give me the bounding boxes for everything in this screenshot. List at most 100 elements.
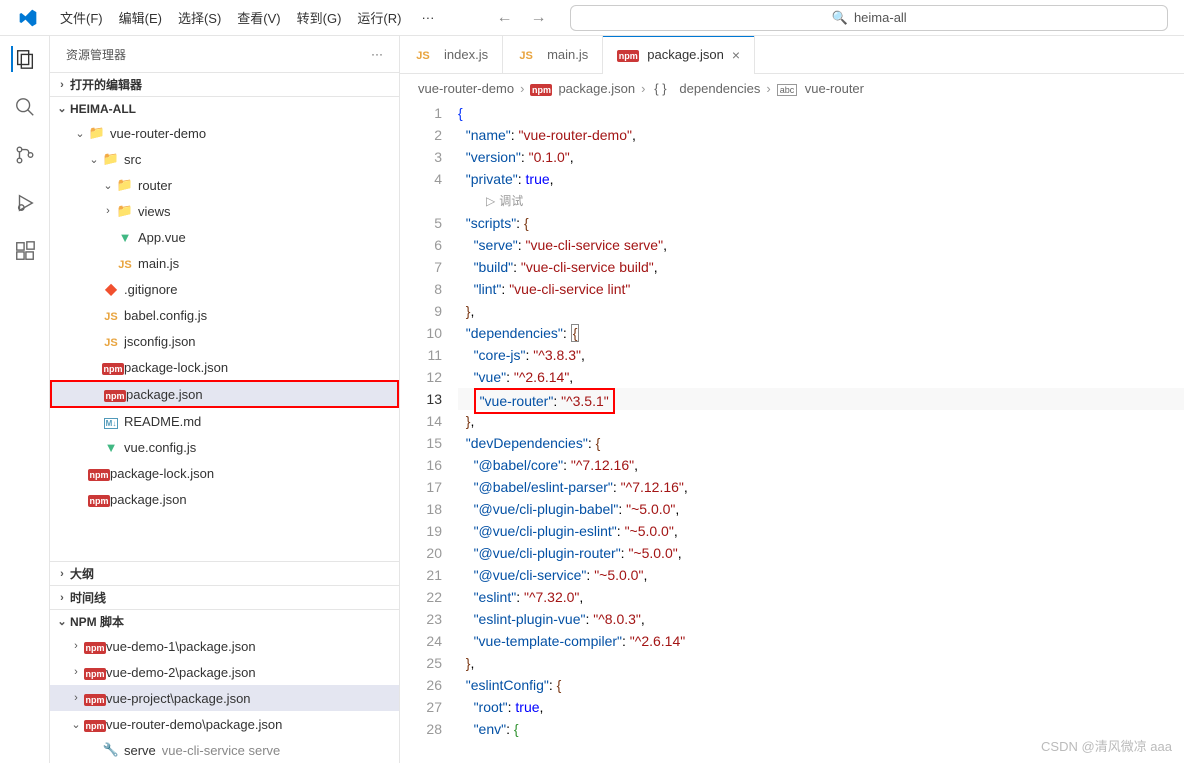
- code-line[interactable]: "build": "vue-cli-service build",: [458, 256, 1184, 278]
- editor-tab[interactable]: JSmain.js: [503, 36, 603, 73]
- code-line[interactable]: "eslint": "^7.32.0",: [458, 586, 1184, 608]
- code-line[interactable]: "vue-router": "^3.5.1": [458, 388, 1184, 410]
- sidebar-title: 资源管理器: [66, 46, 126, 63]
- code-line[interactable]: },: [458, 300, 1184, 322]
- js-icon: JS: [102, 308, 120, 323]
- activity-bar: [0, 36, 50, 763]
- tree-item[interactable]: ▼App.vue: [50, 224, 399, 250]
- tree-item[interactable]: ▼vue.config.js: [50, 434, 399, 460]
- tree-item[interactable]: ◆.gitignore: [50, 276, 399, 302]
- open-editors-section[interactable]: ›打开的编辑器: [50, 72, 399, 96]
- menu-item[interactable]: 转到(G): [289, 7, 350, 30]
- tree-item[interactable]: npmpackage-lock.json: [50, 460, 399, 486]
- breadcrumb-item[interactable]: vue-router: [805, 81, 864, 96]
- code-line[interactable]: "@vue/cli-plugin-babel": "~5.0.0",: [458, 498, 1184, 520]
- code-line[interactable]: "eslintConfig": {: [458, 674, 1184, 696]
- search-icon: 🔍: [832, 10, 848, 26]
- npm-scripts-tree: ›npmvue-demo-1\package.json›npmvue-demo-…: [50, 633, 399, 763]
- code-line[interactable]: "dependencies": {: [458, 322, 1184, 344]
- npm-script-item[interactable]: ›npmvue-demo-1\package.json: [50, 633, 399, 659]
- tree-item[interactable]: npmpackage-lock.json: [50, 354, 399, 380]
- code-line[interactable]: "@babel/eslint-parser": "^7.12.16",: [458, 476, 1184, 498]
- chevron-icon: ⌄: [100, 179, 116, 192]
- tree-item[interactable]: JS babel.config.js: [50, 302, 399, 328]
- code-line[interactable]: "version": "0.1.0",: [458, 146, 1184, 168]
- tree-item[interactable]: ›📁views: [50, 198, 399, 224]
- tree-label: babel.config.js: [124, 308, 207, 323]
- code-line[interactable]: "lint": "vue-cli-service lint": [458, 278, 1184, 300]
- editor-tab[interactable]: JSindex.js: [400, 36, 503, 73]
- menu-item[interactable]: 编辑(E): [111, 7, 170, 30]
- command-center[interactable]: 🔍 heima-all: [570, 5, 1168, 31]
- npm-icon: npm: [84, 639, 102, 654]
- code-line[interactable]: "eslint-plugin-vue": "^8.0.3",: [458, 608, 1184, 630]
- code-line[interactable]: "@babel/core": "^7.12.16",: [458, 454, 1184, 476]
- code-line[interactable]: "vue-template-compiler": "^2.6.14": [458, 630, 1184, 652]
- tree-item[interactable]: JSmain.js: [50, 250, 399, 276]
- line-gutter: 1234567891011121314151617181920212223242…: [400, 102, 458, 763]
- js-icon: JS: [517, 47, 535, 62]
- outline-section[interactable]: ›大纲: [50, 561, 399, 585]
- search-activity-icon[interactable]: [12, 94, 38, 120]
- npm-script-item[interactable]: 🔧servevue-cli-service serve: [50, 737, 399, 763]
- close-icon[interactable]: ×: [732, 47, 740, 63]
- code-line[interactable]: "serve": "vue-cli-service serve",: [458, 234, 1184, 256]
- explorer-icon[interactable]: [11, 46, 37, 72]
- tree-item[interactable]: ⌄📁src: [50, 146, 399, 172]
- npm-script-item[interactable]: ⌄npmvue-router-demo\package.json: [50, 711, 399, 737]
- menu-item[interactable]: 运行(R): [349, 7, 409, 30]
- menu-item[interactable]: 查看(V): [229, 7, 288, 30]
- menu-more[interactable]: ···: [413, 6, 442, 29]
- breadcrumb[interactable]: vue-router-demo›npmpackage.json›{ }depen…: [400, 74, 1184, 102]
- code-line[interactable]: },: [458, 652, 1184, 674]
- nav-back-icon[interactable]: ←: [496, 9, 512, 27]
- code-line[interactable]: "scripts": {: [458, 212, 1184, 234]
- npm-icon: npm: [88, 492, 106, 507]
- tree-item[interactable]: npmpackage.json: [50, 380, 399, 408]
- code-line[interactable]: "@vue/cli-service": "~5.0.0",: [458, 564, 1184, 586]
- codelens-debug[interactable]: ▷ 调试: [458, 190, 1184, 212]
- code-line[interactable]: "@vue/cli-plugin-router": "~5.0.0",: [458, 542, 1184, 564]
- code-line[interactable]: "core-js": "^3.8.3",: [458, 344, 1184, 366]
- npm-script-item[interactable]: ›npmvue-project\package.json: [50, 685, 399, 711]
- extensions-icon[interactable]: [12, 238, 38, 264]
- code-line[interactable]: "private": true,: [458, 168, 1184, 190]
- code-line[interactable]: "vue": "^2.6.14",: [458, 366, 1184, 388]
- code-content[interactable]: { "name": "vue-router-demo", "version": …: [458, 102, 1184, 763]
- tree-item[interactable]: ⌄📁router: [50, 172, 399, 198]
- watermark: CSDN @清风微凉 aaa: [1041, 736, 1172, 755]
- editor-tab[interactable]: npmpackage.json×: [603, 36, 755, 73]
- tree-item[interactable]: npmpackage.json: [50, 486, 399, 512]
- chevron-icon: ›: [68, 692, 84, 704]
- tree-item[interactable]: JSjsconfig.json: [50, 328, 399, 354]
- npm-label: vue-router-demo\package.json: [106, 717, 282, 732]
- npm-script-item[interactable]: ›npmvue-demo-2\package.json: [50, 659, 399, 685]
- tree-label: App.vue: [138, 230, 186, 245]
- npm-label: vue-demo-2\package.json: [106, 665, 256, 680]
- code-line[interactable]: "@vue/cli-plugin-eslint": "~5.0.0",: [458, 520, 1184, 542]
- code-line[interactable]: "root": true,: [458, 696, 1184, 718]
- menu-item[interactable]: 文件(F): [52, 7, 111, 30]
- tree-item[interactable]: M↓README.md: [50, 408, 399, 434]
- npm-label: serve: [124, 743, 156, 758]
- run-debug-icon[interactable]: [12, 190, 38, 216]
- tree-item[interactable]: ⌄📁vue-router-demo: [50, 120, 399, 146]
- breadcrumb-item[interactable]: vue-router-demo: [418, 81, 514, 96]
- source-control-icon[interactable]: [12, 142, 38, 168]
- code-line[interactable]: {: [458, 102, 1184, 124]
- breadcrumb-item[interactable]: package.json: [558, 81, 635, 96]
- tree-label: views: [138, 204, 171, 219]
- folder-icon: 📁: [116, 177, 134, 193]
- workspace-section[interactable]: ⌄HEIMA-ALL: [50, 96, 399, 120]
- tree-label: vue.config.js: [124, 440, 196, 455]
- breadcrumb-item[interactable]: dependencies: [679, 81, 760, 96]
- code-line[interactable]: "name": "vue-router-demo",: [458, 124, 1184, 146]
- nav-forward-icon[interactable]: →: [530, 9, 546, 27]
- npm-scripts-section[interactable]: ⌄NPM 脚本: [50, 609, 399, 633]
- menu-item[interactable]: 选择(S): [170, 7, 229, 30]
- code-line[interactable]: "devDependencies": {: [458, 432, 1184, 454]
- code-editor[interactable]: 1234567891011121314151617181920212223242…: [400, 102, 1184, 763]
- timeline-section[interactable]: ›时间线: [50, 585, 399, 609]
- sidebar-more-icon[interactable]: ···: [371, 47, 383, 61]
- symbol-icon: abc: [777, 81, 795, 96]
